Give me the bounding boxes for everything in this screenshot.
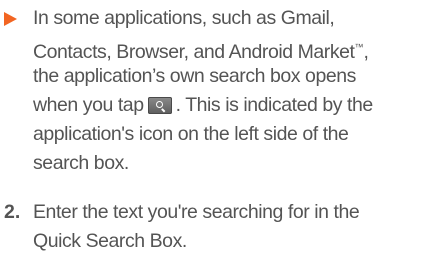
trademark-symbol: ™ xyxy=(354,42,364,52)
bullet-text-line-4-end: . This is indicated by the xyxy=(175,94,374,116)
bullet-text-line-4-start: when you tap xyxy=(33,94,144,116)
magnifier-handle xyxy=(161,108,166,113)
bullet-text-line-2-end: , xyxy=(363,41,369,63)
bullet-text-line-6: search box. xyxy=(33,152,129,174)
magnifier-lens xyxy=(155,101,163,108)
bullet-text-line-5: application's icon on the left side of t… xyxy=(33,123,349,145)
search-icon xyxy=(147,97,172,114)
step-2-text-line-2: Quick Search Box. xyxy=(33,230,187,252)
step-number: 2. xyxy=(4,201,21,223)
bullet-text-line-4: when you tap . This is indicated by the xyxy=(33,91,373,120)
document-page: In some applications, such as Gmail, Con… xyxy=(0,0,443,252)
bullet-text-line-3: the application’s own search box opens xyxy=(33,65,356,87)
bullet-text-line-2-main: Contacts, Browser, and Android Market xyxy=(33,41,355,63)
step-2-text-line-1: Enter the text you're searching for in t… xyxy=(33,201,360,223)
orange-triangle-bullet-icon xyxy=(4,12,17,26)
bullet-text-line-1: In some applications, such as Gmail, xyxy=(33,7,335,29)
